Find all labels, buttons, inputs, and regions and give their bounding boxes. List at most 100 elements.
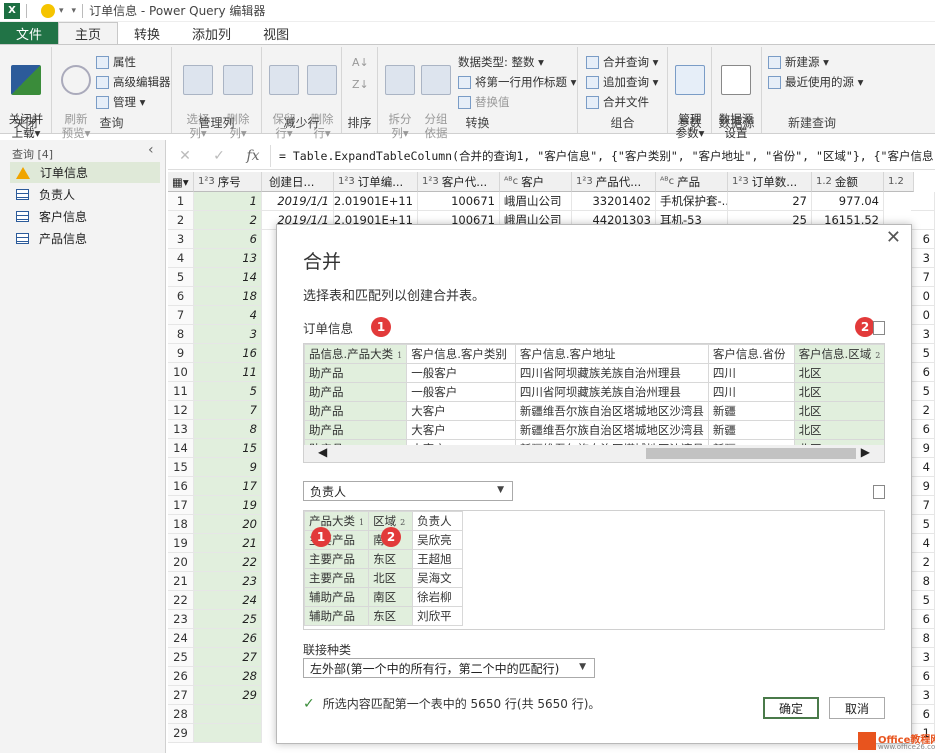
seq-cell[interactable]: 15 [194, 439, 262, 458]
refresh-preview-icon[interactable] [873, 321, 885, 335]
append-queries-button[interactable]: 追加查询 ▾ [586, 73, 658, 91]
table-cell[interactable]: 2 [911, 553, 935, 572]
column-header[interactable]: 1²3 订单编... [334, 172, 418, 192]
qat-dropdown-icon[interactable]: ▾ [59, 6, 64, 16]
seq-cell[interactable] [194, 705, 262, 724]
row-number[interactable]: 11 [168, 382, 194, 401]
column-header[interactable]: 1²3 产品代... [572, 172, 656, 192]
cancel-button[interactable]: 取消 [829, 697, 885, 719]
row-number[interactable]: 6 [168, 287, 194, 306]
table-cell[interactable]: 100671 [418, 192, 500, 211]
table-cell[interactable]: 5 [911, 344, 935, 363]
row-number[interactable]: 17 [168, 496, 194, 515]
seq-cell[interactable]: 13 [194, 249, 262, 268]
seq-cell[interactable]: 6 [194, 230, 262, 249]
seq-cell[interactable]: 27 [194, 648, 262, 667]
row-number[interactable]: 10 [168, 363, 194, 382]
close-dialog-icon[interactable]: ✕ [886, 227, 901, 248]
preview-column-header[interactable]: 客户信息.区域 2 [793, 344, 884, 364]
seq-cell[interactable]: 28 [194, 667, 262, 686]
column-type-icon[interactable]: 1²3 [198, 176, 215, 187]
seq-cell[interactable]: 17 [194, 477, 262, 496]
column-type-icon[interactable]: 1²3 [422, 176, 439, 187]
preview-column-header[interactable]: 客户信息.客户地址 [514, 344, 709, 364]
row-number[interactable]: 4 [168, 249, 194, 268]
row-number[interactable]: 20 [168, 553, 194, 572]
recent-sources-button[interactable]: 最近使用的源 ▾ [768, 73, 863, 91]
row-number[interactable]: 14 [168, 439, 194, 458]
formula-input[interactable]: = Table.ExpandTableColumn(合并的查询1, "客户信息"… [270, 144, 935, 167]
preview-column-header[interactable]: 客户信息.客户类别 [406, 344, 516, 364]
seq-cell[interactable]: 16 [194, 344, 262, 363]
tab-file[interactable]: 文件 [0, 22, 59, 44]
row-number[interactable]: 15 [168, 458, 194, 477]
sort-descending-icon[interactable]: Z↓ [352, 75, 369, 93]
row-number[interactable]: 24 [168, 629, 194, 648]
row-number[interactable]: 5 [168, 268, 194, 287]
table2-select[interactable]: 负责人 ▼ [303, 481, 513, 501]
row-number[interactable]: 18 [168, 515, 194, 534]
preview-column-header[interactable]: 品信息.产品大类 1 [304, 344, 408, 364]
column-header[interactable]: 1²3 客户代... [418, 172, 500, 192]
row-number[interactable]: 1 [168, 192, 194, 211]
seq-cell[interactable]: 11 [194, 363, 262, 382]
column-type-icon[interactable]: 1²3 [576, 176, 593, 187]
table-cell[interactable] [911, 211, 935, 230]
sort-ascending-icon[interactable]: A↓ [352, 53, 369, 71]
fx-icon[interactable]: fx [236, 148, 270, 164]
table-cell[interactable]: 7 [911, 496, 935, 515]
preview-column-header[interactable]: 负责人 [412, 511, 464, 531]
table-cell[interactable]: 6 [911, 705, 935, 724]
table-cell[interactable]: 0 [911, 306, 935, 325]
data-type-dropdown[interactable]: 数据类型: 整数 ▾ [458, 53, 544, 71]
confirm-formula-icon[interactable]: ✓ [202, 148, 236, 164]
row-number[interactable]: 12 [168, 401, 194, 420]
column-header[interactable]: 1.2 [884, 172, 914, 192]
row-number[interactable]: 29 [168, 724, 194, 743]
query-item-customers[interactable]: 客户信息 [10, 206, 160, 227]
seq-cell[interactable]: 21 [194, 534, 262, 553]
table-cell[interactable]: 3 [911, 325, 935, 344]
table-cell[interactable]: 9 [911, 477, 935, 496]
table-cell[interactable]: 4 [911, 534, 935, 553]
advanced-editor-button[interactable]: 高级编辑器 [96, 73, 171, 91]
row-number[interactable]: 25 [168, 648, 194, 667]
query-item-products[interactable]: 产品信息 [10, 228, 160, 249]
row-number[interactable]: 16 [168, 477, 194, 496]
column-type-icon[interactable]: 1.2 [816, 176, 832, 187]
row-number[interactable]: 2 [168, 211, 194, 230]
table-cell[interactable]: 6 [911, 420, 935, 439]
table-cell[interactable]: 2 [911, 401, 935, 420]
query-item-owner[interactable]: 负责人 [10, 184, 160, 205]
column-type-icon[interactable]: 1.2 [888, 176, 904, 187]
seq-cell[interactable]: 5 [194, 382, 262, 401]
refresh-preview-icon[interactable] [873, 485, 885, 499]
table1-scrollbar[interactable]: ◀ ▶ [304, 445, 884, 462]
table-cell[interactable]: 3 [911, 648, 935, 667]
scroll-thumb[interactable] [646, 448, 856, 459]
seq-cell[interactable]: 2 [194, 211, 262, 230]
table-cell[interactable]: 3 [911, 249, 935, 268]
seq-cell[interactable]: 4 [194, 306, 262, 325]
seq-cell[interactable]: 19 [194, 496, 262, 515]
combine-files-button[interactable]: 合并文件 [586, 93, 649, 111]
ok-button[interactable]: 确定 [763, 697, 819, 719]
seq-cell[interactable]: 8 [194, 420, 262, 439]
column-type-icon[interactable]: 1²3 [732, 176, 749, 187]
join-kind-select[interactable]: 左外部(第一个中的所有行，第二个中的匹配行) ▼ [303, 658, 595, 678]
cancel-formula-icon[interactable]: ✕ [168, 148, 202, 164]
table-cell[interactable]: 5 [911, 515, 935, 534]
row-number[interactable]: 23 [168, 610, 194, 629]
column-type-icon[interactable]: ᴬᴮc [660, 176, 674, 187]
table-cell[interactable]: 27 [728, 192, 812, 211]
table-cell[interactable]: 9 [911, 439, 935, 458]
seq-cell[interactable]: 25 [194, 610, 262, 629]
seq-cell[interactable]: 14 [194, 268, 262, 287]
row-number[interactable]: 13 [168, 420, 194, 439]
row-number[interactable]: 28 [168, 705, 194, 724]
table-cell[interactable]: 0 [911, 287, 935, 306]
table-cell[interactable]: 手机保护套-... [656, 192, 728, 211]
row-number[interactable]: 3 [168, 230, 194, 249]
column-header[interactable]: 创建日... [262, 172, 334, 192]
tab-add-column[interactable]: 添加列 [176, 22, 247, 44]
